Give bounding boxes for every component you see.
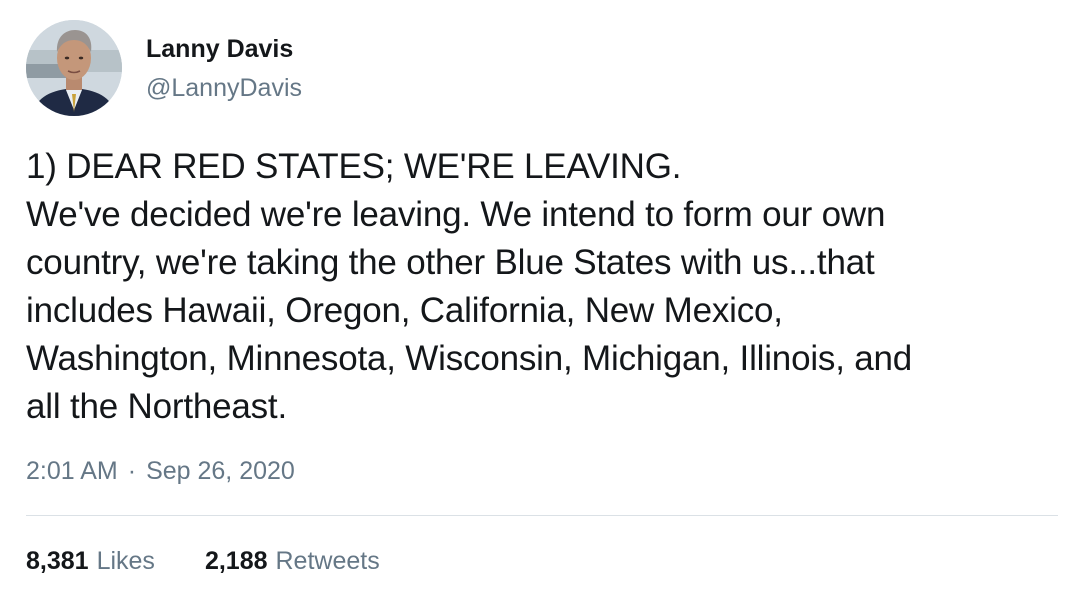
tweet-card: Lanny Davis @LannyDavis 1) DEAR RED STAT… (0, 0, 1080, 596)
retweets-stat[interactable]: 2,188 Retweets (205, 545, 380, 577)
tweet-date: Sep 26, 2020 (146, 457, 295, 485)
tweet-text-line: Washington, Minnesota, Wisconsin, Michig… (26, 339, 913, 378)
profile-photo-icon (26, 20, 122, 116)
tweet-stats: 8,381 Likes 2,188 Retweets (26, 545, 380, 577)
divider (26, 515, 1058, 516)
author-handle[interactable]: @LannyDavis (146, 73, 302, 103)
author-display-name[interactable]: Lanny Davis (146, 34, 302, 64)
tweet-timestamp[interactable]: 2:01 AM · Sep 26, 2020 (26, 455, 295, 487)
likes-count: 8,381 (26, 547, 89, 575)
meta-separator: · (127, 457, 137, 485)
author-names: Lanny Davis @LannyDavis (146, 34, 302, 103)
retweets-label: Retweets (275, 547, 380, 575)
avatar[interactable] (26, 20, 122, 116)
tweet-text-line: country, we're taking the other Blue Sta… (26, 243, 875, 282)
tweet-text-line: 1) DEAR RED STATES; WE'RE LEAVING. (26, 147, 682, 186)
likes-label: Likes (96, 547, 155, 575)
likes-stat[interactable]: 8,381 Likes (26, 545, 155, 577)
tweet-time: 2:01 AM (26, 457, 118, 485)
tweet-header: Lanny Davis @LannyDavis (26, 20, 302, 116)
tweet-text-line: all the Northeast. (26, 387, 287, 426)
tweet-text-line: includes Hawaii, Oregon, California, New… (26, 291, 783, 330)
tweet-text-line: We've decided we're leaving. We intend t… (26, 195, 886, 234)
tweet-text: 1) DEAR RED STATES; WE'RE LEAVING. We've… (26, 143, 1046, 431)
retweets-count: 2,188 (204, 547, 268, 575)
